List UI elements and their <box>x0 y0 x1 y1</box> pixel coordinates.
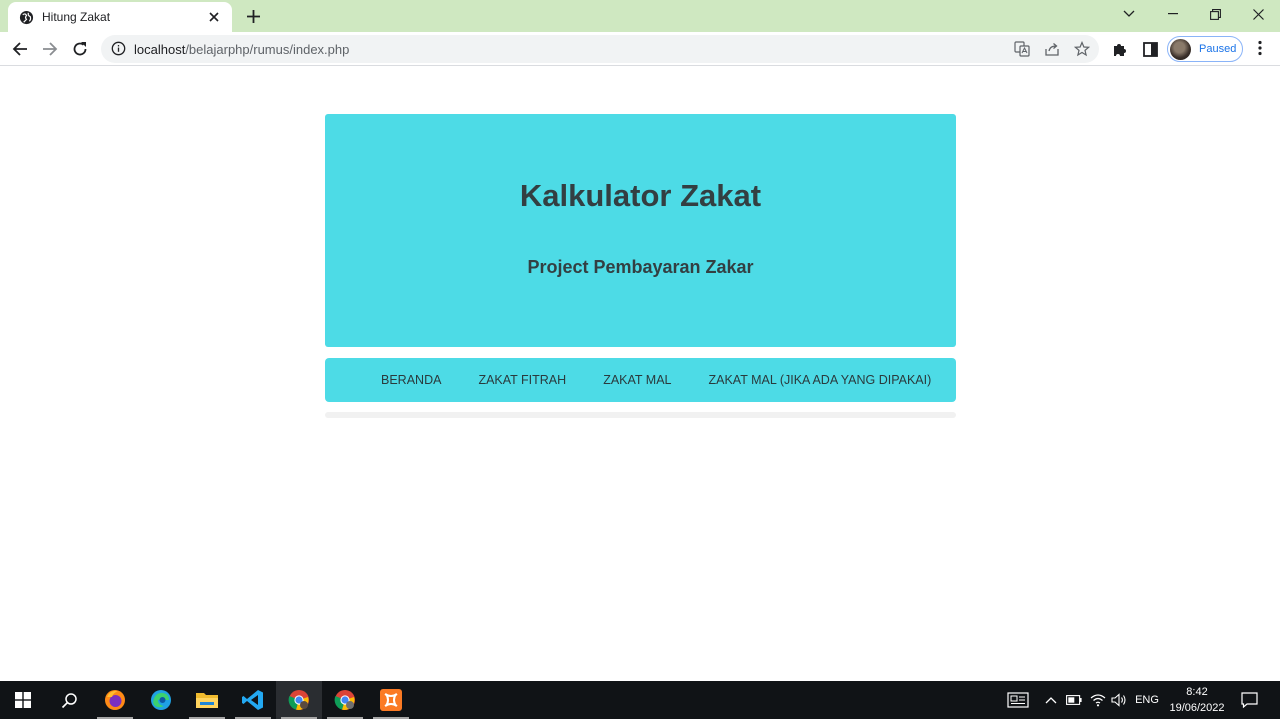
back-button[interactable] <box>6 35 34 63</box>
new-tab-button[interactable] <box>242 5 264 27</box>
tab-search-button[interactable] <box>1107 0 1151 28</box>
share-icon[interactable] <box>1044 41 1060 57</box>
nav-link-zakat-fitrah[interactable]: ZAKAT FITRAH <box>478 373 566 387</box>
tray-news-button[interactable] <box>1004 681 1032 719</box>
page-viewport: Kalkulator Zakat Project Pembayaran Zaka… <box>0 67 1280 681</box>
file-explorer-icon <box>196 693 218 708</box>
volume-icon <box>1111 693 1126 707</box>
close-icon <box>1252 8 1264 20</box>
reload-icon <box>73 42 87 56</box>
browser-toolbar: localhost/belajarphp/rumus/index.php Pau… <box>0 32 1280 66</box>
taskbar: ENG 8:42 19/06/2022 <box>0 681 1280 719</box>
tray-language[interactable]: ENG <box>1133 681 1161 719</box>
reload-button[interactable] <box>66 35 94 63</box>
hero-banner: Kalkulator Zakat Project Pembayaran Zaka… <box>325 114 956 347</box>
profile-button[interactable]: Paused <box>1167 36 1243 62</box>
page-subtitle: Project Pembayaran Zakar <box>527 257 754 277</box>
close-window-button[interactable] <box>1236 0 1280 28</box>
clock-date: 19/06/2022 <box>1169 702 1225 714</box>
url-text: localhost/belajarphp/rumus/index.php <box>134 42 349 57</box>
nav-link-beranda[interactable]: BERANDA <box>381 373 441 387</box>
restore-icon <box>1209 8 1221 20</box>
taskbar-chrome[interactable] <box>276 681 322 719</box>
taskbar-xampp[interactable] <box>368 681 414 719</box>
nav-link-zakat-mal-dipakai[interactable]: ZAKAT MAL (JIKA ADA YANG DIPAKAI) <box>709 373 932 387</box>
close-icon[interactable] <box>206 9 222 25</box>
kebab-menu-icon[interactable] <box>1251 40 1269 58</box>
taskbar-search-button[interactable] <box>46 681 92 719</box>
language-indicator: ENG <box>1135 694 1159 706</box>
chevron-up-icon <box>1045 697 1057 704</box>
arrow-right-icon <box>43 42 58 56</box>
profile-status: Paused <box>1199 43 1237 55</box>
minimize-icon <box>1168 13 1178 15</box>
star-icon[interactable] <box>1074 41 1090 57</box>
vscode-icon <box>242 690 263 710</box>
nav-link-zakat-mal[interactable]: ZAKAT MAL <box>603 373 671 387</box>
minimize-button[interactable] <box>1151 0 1195 28</box>
globe-icon <box>19 10 34 25</box>
forward-button[interactable] <box>36 35 64 63</box>
page-title: Kalkulator Zakat <box>519 178 762 213</box>
arrow-left-icon <box>12 42 27 56</box>
taskbar-file-explorer[interactable] <box>184 681 230 719</box>
edge-icon <box>151 690 171 710</box>
restore-button[interactable] <box>1193 0 1237 28</box>
main-nav: BERANDA ZAKAT FITRAH ZAKAT MAL ZAKAT MAL… <box>325 358 956 402</box>
side-panel-icon[interactable] <box>1141 40 1159 58</box>
translate-icon[interactable] <box>1014 41 1030 57</box>
search-icon <box>61 692 77 708</box>
wifi-icon <box>1090 694 1106 707</box>
chrome-icon <box>288 690 309 710</box>
taskbar-vscode[interactable] <box>230 681 276 719</box>
taskbar-firefox[interactable] <box>92 681 138 719</box>
notification-icon <box>1240 692 1258 708</box>
tray-clock[interactable]: 8:42 19/06/2022 <box>1163 684 1231 716</box>
clock-time: 8:42 <box>1186 686 1208 698</box>
tray-notifications[interactable] <box>1237 681 1261 719</box>
tray-wifi[interactable] <box>1088 681 1108 719</box>
address-bar[interactable]: localhost/belajarphp/rumus/index.php <box>101 35 1099 63</box>
firefox-icon <box>105 690 125 710</box>
windows-start-icon <box>15 692 31 708</box>
tab-strip: Hitung Zakat <box>0 0 1280 32</box>
start-button[interactable] <box>0 681 46 719</box>
extensions-icon[interactable] <box>1111 40 1129 58</box>
taskbar-edge[interactable] <box>138 681 184 719</box>
plus-icon <box>246 9 260 23</box>
browser-tab[interactable]: Hitung Zakat <box>8 2 232 32</box>
tab-title: Hitung Zakat <box>42 10 111 24</box>
tray-battery[interactable] <box>1064 681 1084 719</box>
chevron-down-icon <box>1123 10 1135 17</box>
tray-volume[interactable] <box>1109 681 1129 719</box>
info-icon[interactable] <box>111 41 127 57</box>
tray-overflow-button[interactable] <box>1042 681 1060 719</box>
avatar <box>1170 38 1191 60</box>
url-host: localhost <box>134 41 186 57</box>
url-path: /belajarphp/rumus/index.php <box>185 41 350 57</box>
news-icon <box>1007 692 1029 708</box>
xampp-icon <box>380 689 402 711</box>
battery-icon <box>1066 695 1082 705</box>
content-area <box>325 412 956 418</box>
chrome-profile-icon <box>334 690 355 710</box>
taskbar-chrome-profile[interactable] <box>322 681 368 719</box>
